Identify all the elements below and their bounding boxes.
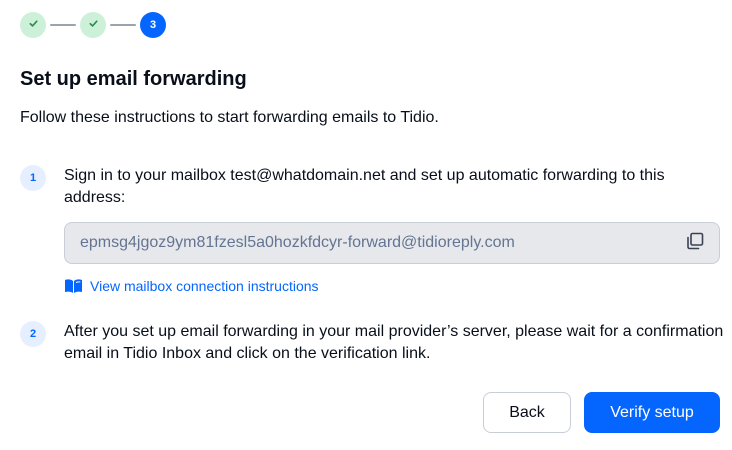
- book-icon: [64, 278, 83, 294]
- instruction-text-2: After you set up email forwarding in you…: [64, 323, 724, 362]
- step-3-active: 3: [140, 12, 166, 38]
- step-1-completed: [20, 12, 46, 38]
- forwarding-address[interactable]: epmsg4jgoz9ym81fzesl5a0hozkfdcyr-forward…: [80, 234, 679, 252]
- check-icon: [28, 16, 39, 34]
- copy-icon[interactable]: [685, 231, 705, 256]
- email-forwarding-setup: 3 Set up email forwarding Follow these i…: [0, 0, 732, 450]
- mailbox-instructions-link[interactable]: View mailbox connection instructions: [64, 278, 319, 294]
- instruction-number-1: 1: [20, 165, 46, 191]
- instruction-text-1: Sign in to your mailbox test@whatdomain.…: [64, 167, 665, 206]
- copy-button[interactable]: [679, 227, 711, 259]
- back-button[interactable]: Back: [483, 392, 571, 433]
- progress-stepper: 3: [20, 12, 166, 38]
- step-2-completed: [80, 12, 106, 38]
- check-icon: [88, 16, 99, 34]
- instruction-number-2: 2: [20, 321, 46, 347]
- forwarding-address-field[interactable]: epmsg4jgoz9ym81fzesl5a0hozkfdcyr-forward…: [64, 222, 720, 264]
- page-title: Set up email forwarding: [20, 68, 247, 90]
- step-connector: [50, 24, 76, 26]
- step-connector: [110, 24, 136, 26]
- verify-setup-button[interactable]: Verify setup: [584, 392, 720, 433]
- mailbox-instructions-link-label[interactable]: View mailbox connection instructions: [90, 278, 319, 294]
- page-subtitle: Follow these instructions to start forwa…: [20, 109, 439, 126]
